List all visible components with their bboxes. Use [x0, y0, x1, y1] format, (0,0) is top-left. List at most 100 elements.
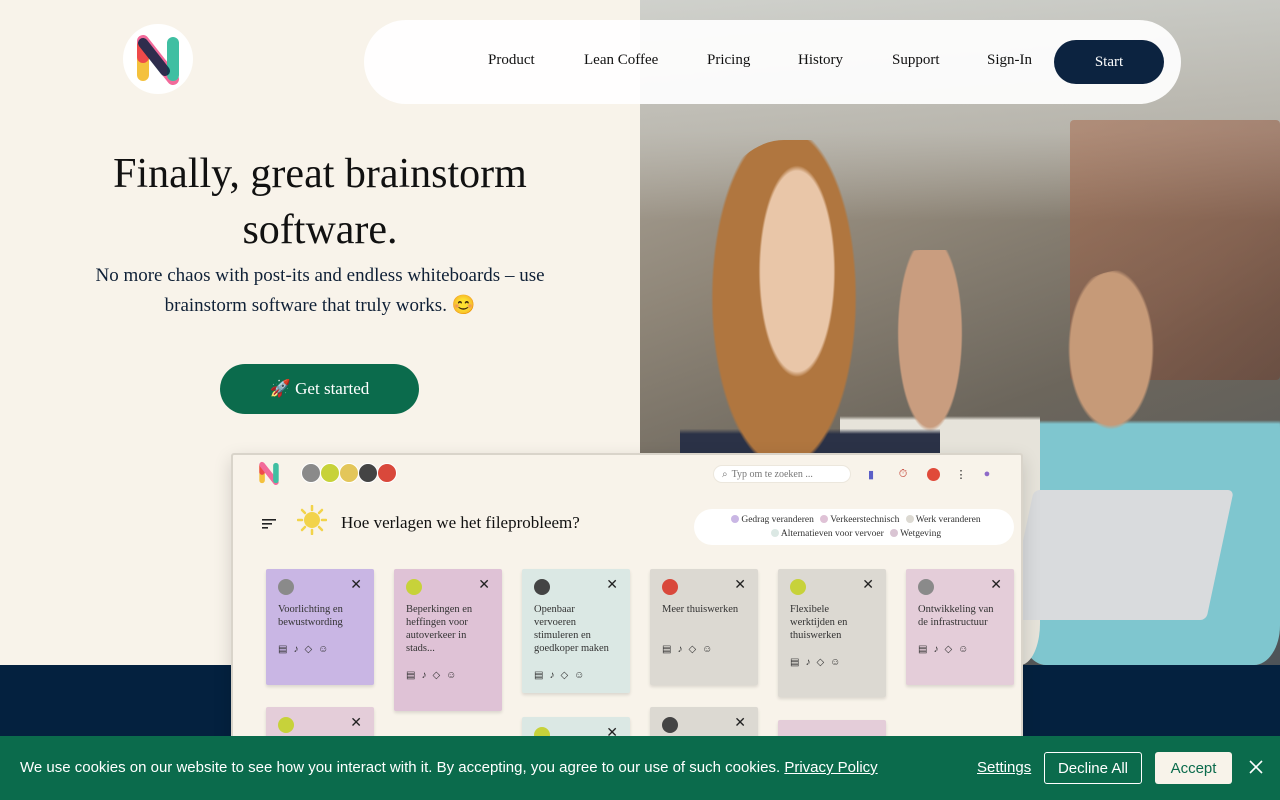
- sun-icon: [297, 505, 327, 535]
- cookie-message: We use cookies on our website to see how…: [20, 759, 878, 776]
- sort-menu-icon[interactable]: [262, 519, 276, 529]
- avatar: [377, 463, 397, 483]
- comment-icon[interactable]: ▤: [534, 669, 543, 682]
- tag-icon[interactable]: ◇: [688, 643, 696, 656]
- search-icon: ⌕: [722, 468, 728, 480]
- idea-card[interactable]: ✕ Meer thuiswerken ▤ ♪ ◇ ☺: [650, 569, 758, 685]
- avatar: [339, 463, 359, 483]
- app-search-input[interactable]: ⌕ Typ om te zoeken ...: [713, 465, 851, 483]
- emoji-icon[interactable]: ☺: [830, 656, 840, 669]
- teams-icon[interactable]: ▮: [863, 466, 879, 482]
- close-icon[interactable]: ✕: [350, 717, 362, 731]
- legend-item[interactable]: Werk veranderen: [902, 515, 981, 525]
- nav-sign-in[interactable]: Sign-In: [987, 52, 1032, 69]
- legend-item[interactable]: Wetgeving: [886, 529, 941, 539]
- card-text: Ontwikkeling van de infrastructuur: [918, 604, 994, 628]
- vote-icon[interactable]: ♪: [933, 643, 938, 656]
- avatar: [790, 579, 806, 595]
- avatar: [278, 579, 294, 595]
- cookie-banner: We use cookies on our website to see how…: [0, 736, 1280, 800]
- vote-icon[interactable]: ♪: [549, 669, 554, 682]
- card-actions: ▤ ♪ ◇ ☺: [662, 643, 746, 656]
- tag-icon[interactable]: ◇: [304, 643, 312, 656]
- emoji-icon[interactable]: ☺: [318, 643, 328, 656]
- legend-item[interactable]: Verkeerstechnisch: [816, 515, 899, 525]
- nav-history[interactable]: History: [798, 52, 843, 69]
- more-icon[interactable]: ⋮: [953, 466, 969, 482]
- close-icon[interactable]: [1247, 758, 1265, 776]
- avatar: [278, 717, 294, 733]
- privacy-policy-link[interactable]: Privacy Policy: [784, 759, 877, 776]
- start-button[interactable]: Start: [1054, 40, 1164, 84]
- cookie-settings-link[interactable]: Settings: [977, 759, 1031, 776]
- vote-icon[interactable]: ♪: [805, 656, 810, 669]
- avatar: [662, 717, 678, 733]
- card-actions: ▤ ♪ ◇ ☺: [406, 669, 490, 682]
- close-icon[interactable]: ✕: [990, 579, 1002, 593]
- close-icon[interactable]: ✕: [350, 579, 362, 593]
- vote-icon[interactable]: ♪: [293, 643, 298, 656]
- nav-support[interactable]: Support: [892, 52, 940, 69]
- avatar: [534, 579, 550, 595]
- close-icon[interactable]: ✕: [734, 579, 746, 593]
- logo[interactable]: [123, 24, 193, 94]
- avatar: [662, 579, 678, 595]
- vote-icon[interactable]: ♪: [421, 669, 426, 682]
- card-text: Meer thuiswerken: [662, 604, 739, 615]
- avatar: [918, 579, 934, 595]
- avatar: [320, 463, 340, 483]
- participant-avatars: [301, 463, 397, 483]
- close-icon[interactable]: ✕: [478, 579, 490, 593]
- decline-all-button[interactable]: Decline All: [1044, 752, 1142, 784]
- card-actions: ▤ ♪ ◇ ☺: [790, 656, 874, 669]
- card-actions: ▤ ♪ ◇ ☺: [918, 643, 1002, 656]
- hero-title: Finally, great brainstorm software.: [113, 151, 527, 253]
- emoji-icon[interactable]: ☺: [702, 643, 712, 656]
- nav-lean-coffee[interactable]: Lean Coffee: [584, 52, 658, 69]
- comment-icon[interactable]: ▤: [662, 643, 671, 656]
- get-started-button[interactable]: 🚀 Get started: [220, 364, 419, 414]
- emoji-icon[interactable]: ☺: [446, 669, 456, 682]
- emoji-icon[interactable]: ☺: [958, 643, 968, 656]
- close-icon[interactable]: ✕: [734, 717, 746, 731]
- board-question: Hoe verlagen we het fileprobleem?: [341, 513, 580, 532]
- tag-icon[interactable]: ◇: [432, 669, 440, 682]
- cookie-text: We use cookies on our website to see how…: [20, 759, 781, 776]
- hero-subtitle: No more chaos with post-its and endless …: [95, 265, 545, 316]
- tag-icon[interactable]: ◇: [816, 656, 824, 669]
- idea-card[interactable]: ✕ Flexibele werktijden en thuiswerken ▤ ♪…: [778, 569, 886, 697]
- card-actions: ▤ ♪ ◇ ☺: [534, 669, 618, 682]
- search-placeholder: Typ om te zoeken ...: [731, 468, 813, 480]
- close-icon[interactable]: ✕: [606, 579, 618, 593]
- app-logo-icon: [259, 461, 279, 485]
- idea-card[interactable]: ✕ Ontwikkeling van de infrastructuur ▤ ♪ ◇…: [906, 569, 1014, 685]
- card-text: Openbaar vervoeren stimuleren en goedkop…: [534, 604, 609, 654]
- idea-card[interactable]: ✕ Voorlichting en bewustwording ▤ ♪ ◇ ☺: [266, 569, 374, 685]
- legend-item[interactable]: Gedrag veranderen: [727, 515, 814, 525]
- comment-icon[interactable]: ▤: [790, 656, 799, 669]
- tag-icon[interactable]: ◇: [944, 643, 952, 656]
- comment-icon[interactable]: ▤: [406, 669, 415, 682]
- comment-icon[interactable]: ▤: [278, 643, 287, 656]
- close-icon[interactable]: ✕: [862, 579, 874, 593]
- vote-icon[interactable]: ♪: [677, 643, 682, 656]
- card-text: Voorlichting en bewustwording: [278, 604, 343, 628]
- category-legend: Gedrag veranderen Verkeerstechnisch Werk…: [694, 509, 1014, 545]
- accept-button[interactable]: Accept: [1155, 752, 1232, 784]
- timer-icon[interactable]: ⏱: [895, 466, 911, 482]
- user-icon[interactable]: ●: [979, 466, 995, 482]
- legend-item[interactable]: Alternatieven voor vervoer: [767, 529, 884, 539]
- top-nav: Product Lean Coffee Pricing History Supp…: [364, 20, 1181, 104]
- nav-pricing[interactable]: Pricing: [707, 52, 750, 69]
- card-actions: ▤ ♪ ◇ ☺: [278, 643, 362, 656]
- comment-icon[interactable]: ▤: [918, 643, 927, 656]
- stop-icon[interactable]: [925, 466, 941, 482]
- tag-icon[interactable]: ◇: [560, 669, 568, 682]
- card-text: Flexibele werktijden en thuiswerken: [790, 604, 848, 641]
- app-preview: ⌕ Typ om te zoeken ... ▮ ⏱ ⋮ ● Hoe verla…: [231, 453, 1023, 753]
- nav-product[interactable]: Product: [488, 52, 535, 69]
- idea-card[interactable]: ✕ Beperkingen en heffingen voor autoverk…: [394, 569, 502, 711]
- card-text: Beperkingen en heffingen voor autoverkee…: [406, 604, 473, 654]
- idea-card[interactable]: ✕ Openbaar vervoeren stimuleren en goedk…: [522, 569, 630, 693]
- emoji-icon[interactable]: ☺: [574, 669, 584, 682]
